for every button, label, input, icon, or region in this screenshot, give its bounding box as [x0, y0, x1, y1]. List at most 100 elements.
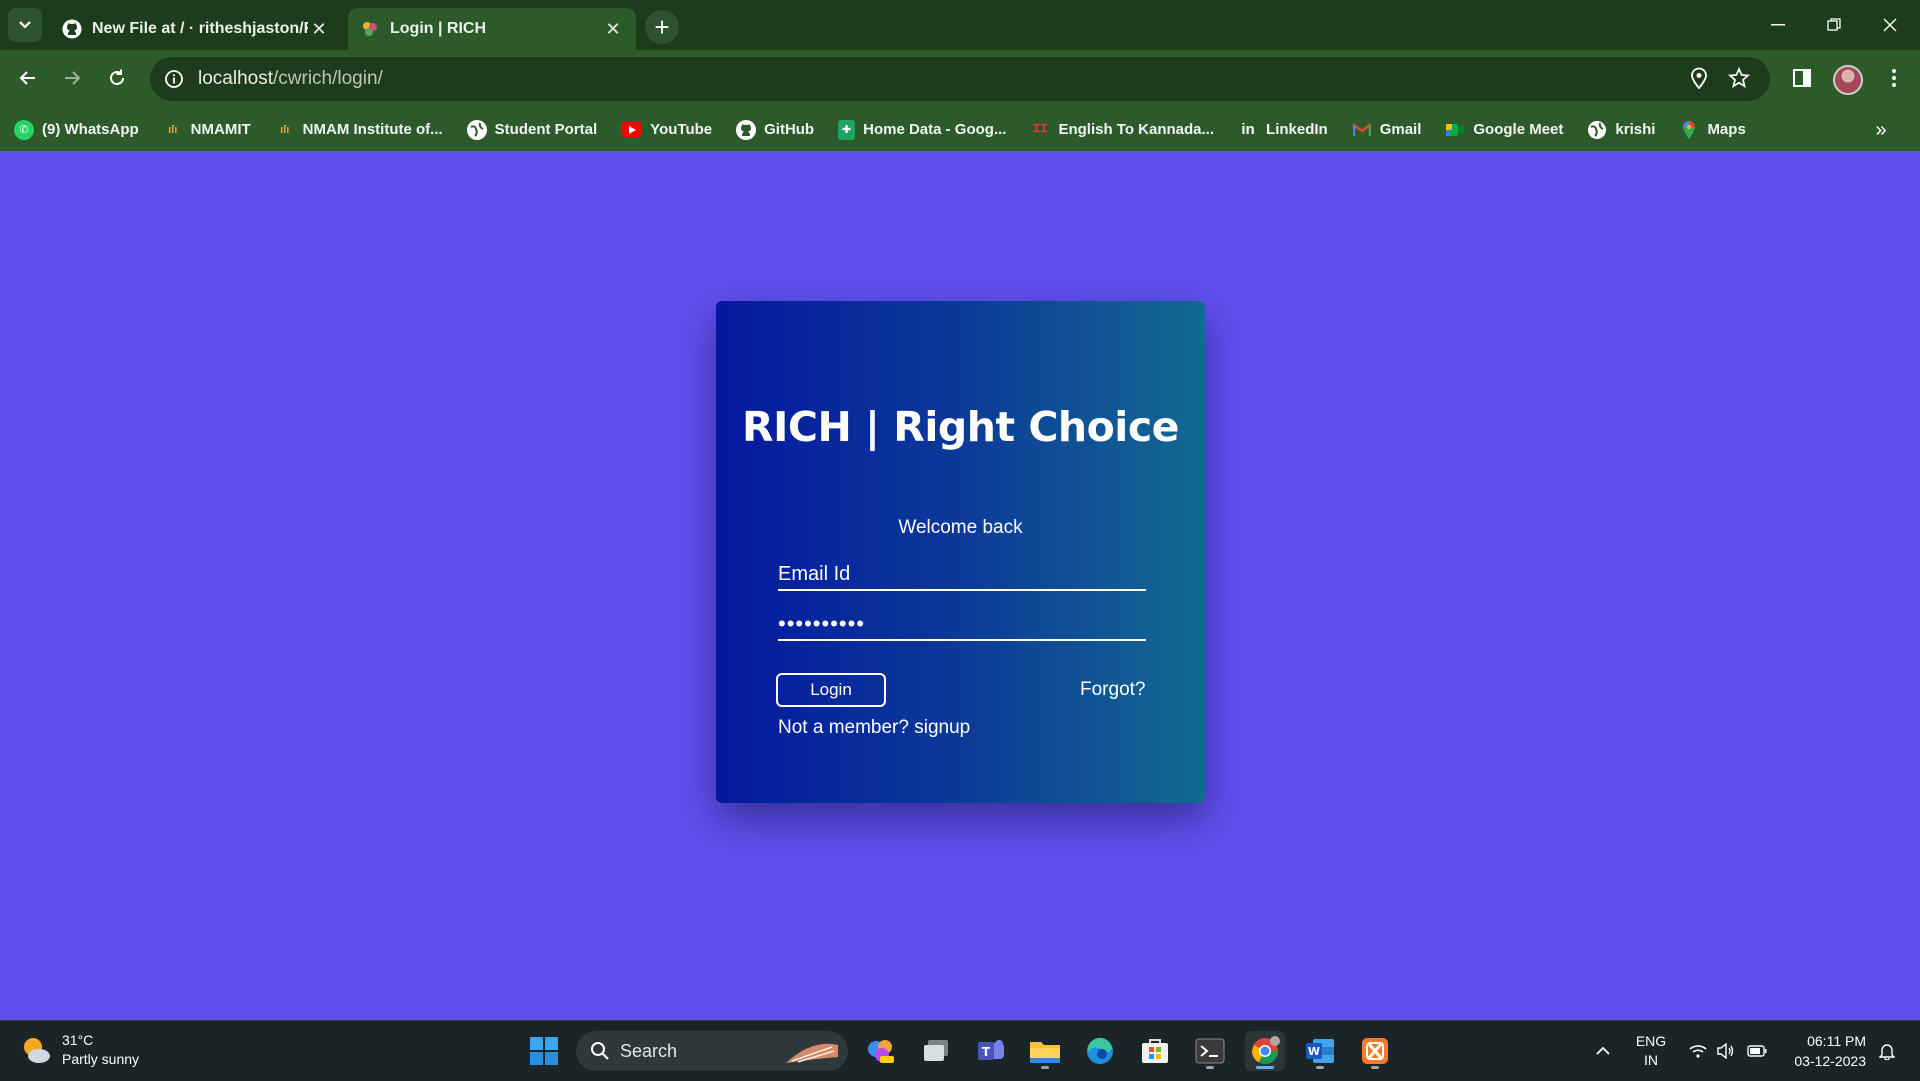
bookmark-label: (9) WhatsApp [42, 121, 139, 138]
bookmark-krishi[interactable]: krishi [1573, 115, 1665, 145]
login-button[interactable]: Login [776, 673, 886, 707]
bookmark-maps[interactable]: Maps [1665, 115, 1755, 145]
taskbar-search[interactable]: Search [576, 1031, 848, 1071]
forward-button[interactable] [54, 60, 90, 96]
forgot-password-link[interactable]: Forgot? [1080, 679, 1145, 701]
tab-login-rich[interactable]: Login | RICH ✕ [348, 8, 636, 50]
github-icon [62, 19, 82, 39]
weather-temperature: 31°C [62, 1032, 94, 1048]
teams-icon[interactable]: T [971, 1031, 1011, 1071]
system-clock[interactable]: 06:11 PM 03-12-2023 [1782, 1031, 1866, 1071]
bookmark-linkedin[interactable]: in LinkedIn [1224, 115, 1338, 145]
bookmark-label: NMAM Institute of... [302, 121, 443, 138]
bookmark-label: Student Portal [494, 121, 598, 138]
bookmark-gmail[interactable]: Gmail [1338, 115, 1432, 145]
bookmark-student-portal[interactable]: Student Portal [453, 115, 608, 145]
bookmark-english-kannada[interactable]: ᏆᏆ English To Kannada... [1016, 115, 1224, 145]
reload-icon [110, 69, 124, 85]
bookmark-label: NMAMIT [190, 121, 251, 138]
address-bar[interactable]: localhost/cwrich/login/ [150, 57, 1770, 101]
language-region: IN [1644, 1052, 1658, 1068]
browser-toolbar: localhost/cwrich/login/ [0, 50, 1920, 108]
close-tab-icon[interactable]: ✕ [308, 18, 330, 40]
browser-menu-button[interactable] [1876, 60, 1912, 96]
bookmark-label: GitHub [764, 121, 815, 138]
battery-icon[interactable] [1744, 1021, 1770, 1081]
xampp-icon[interactable] [1355, 1031, 1395, 1071]
windows-logo-icon [530, 1037, 558, 1065]
bookmarks-bar: ✆ (9) WhatsApp ıſı NMAMIT ıſı NMAM Insti… [0, 108, 1920, 151]
language-indicator[interactable]: ENG IN [1630, 1021, 1672, 1081]
bookmark-youtube[interactable]: YouTube [607, 115, 722, 145]
reload-button[interactable] [99, 60, 135, 96]
more-vertical-icon [1892, 69, 1896, 87]
back-button[interactable] [10, 60, 46, 96]
bookmark-google-meet[interactable]: Google Meet [1431, 115, 1573, 145]
copilot-icon[interactable] [861, 1031, 901, 1071]
notification-bell-icon[interactable] [1874, 1021, 1900, 1081]
chrome-icon[interactable] [1245, 1031, 1285, 1071]
microsoft-store-icon[interactable] [1135, 1031, 1175, 1071]
running-indicator [1206, 1066, 1214, 1069]
location-icon[interactable] [1681, 60, 1717, 96]
more-bookmarks-chevron-icon[interactable]: » [1866, 116, 1896, 144]
task-view-icon[interactable] [916, 1031, 956, 1071]
globe-icon [466, 119, 487, 140]
terminal-icon[interactable] [1190, 1031, 1230, 1071]
bookmark-label: LinkedIn [1266, 121, 1328, 138]
side-panel-button[interactable] [1784, 60, 1820, 96]
show-hidden-icons-chevron-up-icon[interactable] [1590, 1021, 1616, 1081]
profile-avatar[interactable] [1833, 65, 1863, 95]
close-tab-icon[interactable]: ✕ [602, 18, 624, 40]
chevron-down-icon [19, 21, 31, 29]
email-field[interactable] [778, 559, 1146, 591]
site-info-icon[interactable] [162, 67, 186, 91]
new-tab-button[interactable]: + [645, 10, 679, 44]
bookmark-star-icon[interactable] [1721, 60, 1757, 96]
weather-description: Partly sunny [62, 1051, 140, 1067]
active-indicator [1256, 1066, 1274, 1069]
url-text: localhost/cwrich/login/ [198, 68, 383, 90]
bookmark-home-data[interactable]: ✚ Home Data - Goog... [824, 115, 1016, 145]
svg-text:T: T [982, 1045, 991, 1059]
welcome-text: Welcome back [898, 517, 1023, 538]
volume-icon[interactable] [1714, 1021, 1738, 1081]
bookmark-nmamit[interactable]: ıſı NMAMIT [149, 115, 261, 145]
file-explorer-icon[interactable] [1025, 1031, 1065, 1071]
clock-date: 03-12-2023 [1794, 1053, 1866, 1069]
arrow-left-icon [19, 71, 35, 85]
restore-button[interactable] [1806, 0, 1862, 50]
weather-widget[interactable]: 31°C Partly sunny [20, 1031, 139, 1069]
rich-favicon-icon [360, 19, 380, 39]
browser-tab-strip: New File at / · ritheshjaston/Ri ✕ Login… [0, 0, 1920, 50]
password-field[interactable] [778, 609, 1146, 641]
bookmark-label: English To Kannada... [1058, 121, 1215, 138]
close-window-button[interactable] [1862, 0, 1918, 50]
page-title: RICH | Right Choice [742, 403, 1179, 451]
maps-icon [1679, 120, 1699, 140]
bookmark-nmam-institute[interactable]: ıſı NMAM Institute of... [261, 115, 453, 145]
translate-icon: ᏆᏆ [1033, 123, 1048, 135]
close-icon [1883, 18, 1897, 32]
meet-icon [1445, 120, 1465, 140]
bookmark-label: Home Data - Goog... [863, 121, 1007, 138]
wifi-icon[interactable] [1686, 1021, 1710, 1081]
minimize-icon [1771, 24, 1785, 26]
bookmark-label: krishi [1615, 121, 1656, 138]
edge-icon[interactable] [1080, 1031, 1120, 1071]
tab-title: Login | RICH [390, 20, 487, 37]
word-icon[interactable]: W [1300, 1031, 1340, 1071]
bookmark-github[interactable]: GitHub [722, 115, 824, 145]
bookmark-whatsapp[interactable]: ✆ (9) WhatsApp [0, 115, 149, 145]
tab-search-button[interactable] [8, 8, 42, 42]
minimize-button[interactable] [1750, 0, 1806, 50]
start-button[interactable] [524, 1031, 564, 1071]
bookmark-label: Maps [1707, 121, 1746, 138]
gmail-icon [1352, 120, 1372, 140]
whatsapp-icon: ✆ [14, 119, 34, 140]
bookmark-label: Gmail [1379, 121, 1422, 138]
tab-github-new-file[interactable]: New File at / · ritheshjaston/Ri ✕ [50, 8, 342, 50]
signup-link[interactable]: Not a member? signup [778, 717, 970, 739]
url-path: /cwrich/login/ [273, 68, 383, 89]
partly-sunny-icon [20, 1034, 52, 1066]
